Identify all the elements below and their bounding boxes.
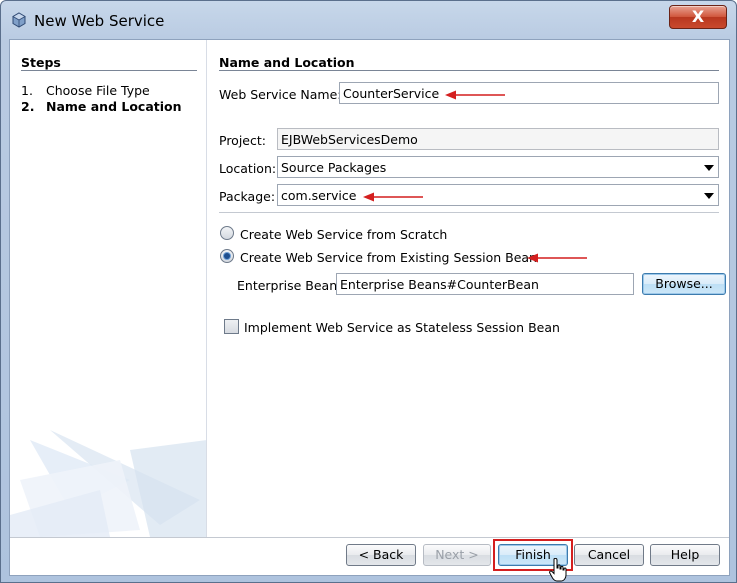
step-item-choose-file-type: 1. Choose File Type: [21, 83, 150, 98]
step-number: 1.: [21, 83, 33, 98]
options-divider: [219, 212, 719, 213]
name-and-location-panel: Name and Location Web Service Name: Coun…: [219, 40, 729, 537]
location-value: Source Packages: [281, 160, 387, 175]
annotation-arrow-icon: [527, 253, 587, 263]
dialog-client-area: Steps 1. Choose File Type 2. Name and Loca…: [9, 39, 730, 576]
close-button[interactable]: X: [669, 5, 727, 29]
annotation-arrow-icon: [445, 90, 505, 100]
radio-create-from-session-bean[interactable]: [220, 249, 234, 263]
package-value: com.service: [281, 188, 357, 203]
radio-create-from-scratch-label[interactable]: Create Web Service from Scratch: [240, 227, 447, 242]
stateless-session-bean-label[interactable]: Implement Web Service as Stateless Sessi…: [244, 320, 560, 335]
button-bar-divider: [10, 537, 729, 538]
cancel-button[interactable]: Cancel: [574, 544, 644, 566]
help-button[interactable]: Help: [650, 544, 720, 566]
enterprise-bean-field[interactable]: Enterprise Beans#CounterBean: [336, 273, 634, 295]
chevron-down-icon: [704, 193, 714, 199]
package-dropdown[interactable]: com.service: [277, 184, 719, 206]
step-number: 2.: [21, 99, 35, 114]
steps-panel: Steps 1. Choose File Type 2. Name and Loca…: [10, 40, 207, 537]
section-title: Name and Location: [219, 55, 355, 70]
project-label: Project:: [219, 133, 266, 148]
step-item-name-and-location: 2. Name and Location: [21, 99, 182, 114]
stateless-session-bean-checkbox[interactable]: [224, 319, 239, 334]
project-field: EJBWebServicesDemo: [277, 128, 719, 150]
annotation-arrow-icon: [363, 192, 423, 202]
back-button[interactable]: < Back: [346, 544, 416, 566]
mouse-pointer-hand-icon: [549, 558, 567, 582]
radio-create-from-scratch[interactable]: [220, 226, 234, 240]
close-icon: X: [691, 7, 705, 26]
window-title: New Web Service: [34, 12, 165, 30]
title-bar[interactable]: New Web Service X: [1, 1, 737, 39]
browse-button[interactable]: Browse...: [642, 273, 726, 295]
dialog-window: New Web Service X Steps 1. Choose File Ty…: [0, 0, 737, 583]
netbeans-cube-icon: [12, 12, 26, 28]
web-service-name-label: Web Service Name:: [219, 87, 342, 102]
steps-divider: [21, 70, 197, 71]
section-divider: [219, 70, 719, 71]
wizard-watermark-graphic: [10, 430, 206, 537]
next-button[interactable]: Next >: [423, 544, 491, 566]
package-label: Package:: [219, 189, 276, 204]
chevron-down-icon: [704, 165, 714, 171]
step-label: Choose File Type: [46, 83, 150, 98]
enterprise-bean-label: Enterprise Bean:: [237, 278, 342, 293]
step-label: Name and Location: [46, 99, 182, 114]
steps-title: Steps: [21, 55, 61, 70]
radio-create-from-session-bean-label[interactable]: Create Web Service from Existing Session…: [240, 250, 537, 265]
button-bar: < Back Next > Finish Cancel Help: [10, 537, 729, 575]
location-label: Location:: [219, 161, 277, 176]
location-dropdown[interactable]: Source Packages: [277, 156, 719, 178]
web-service-name-field[interactable]: CounterService: [339, 82, 719, 104]
